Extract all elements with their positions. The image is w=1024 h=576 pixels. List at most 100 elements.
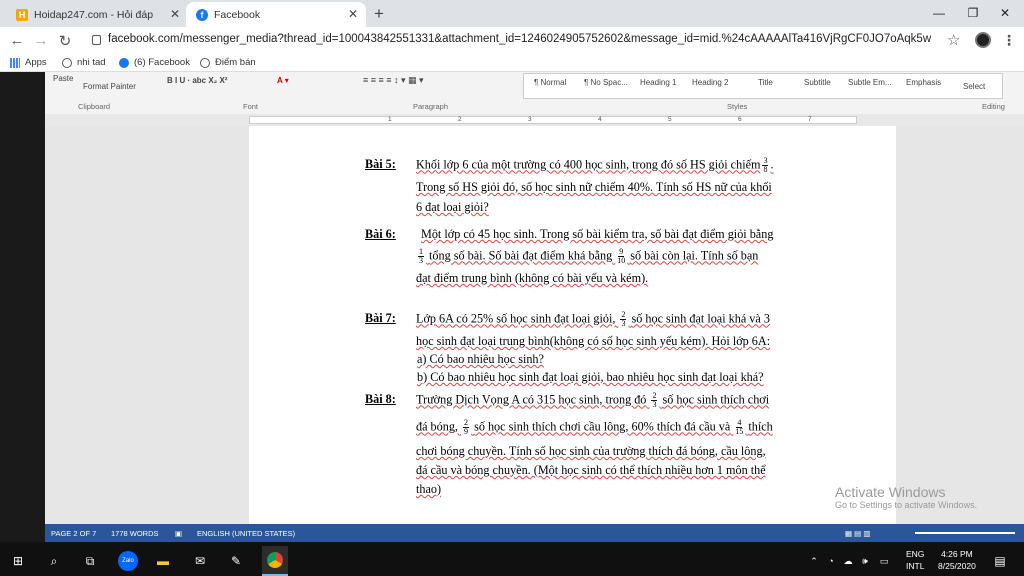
chrome-taskbar-icon[interactable] [262, 546, 288, 576]
windows-taskbar: ⊞ ⌕ ⧉ Zalo ▬ ✉ ✎ ⌃ ◔ ☁ 🕪 ▭ ENG INTL 4:26 … [0, 546, 1024, 576]
word-count[interactable]: 1778 WORDS [111, 529, 159, 538]
doc-line: đá bóng, 29 số học sinh thích chơi cầu l… [416, 418, 773, 436]
alignment-icons[interactable]: ≡ ≡ ≡ ≡ ↕ ▾ ▦ ▾ [363, 75, 424, 86]
paint-icon[interactable]: ✎ [228, 553, 244, 569]
style-normal[interactable]: ¶ Normal [534, 78, 566, 87]
doc-line: đạt điểm trung bình (không có bài yếu và… [416, 271, 649, 285]
format-painter-button[interactable]: Format Painter [83, 82, 136, 91]
style-heading1[interactable]: Heading 1 [640, 78, 676, 87]
bookmark-nhi-tad[interactable]: nhi tad [62, 57, 106, 68]
tray-expand-icon[interactable]: ⌃ [806, 553, 822, 569]
sound-icon[interactable]: 🕪 [857, 553, 873, 569]
apps-grid-icon [10, 57, 20, 68]
proofing-icon[interactable]: ▣ [175, 529, 182, 538]
style-emphasis[interactable]: Emphasis [906, 78, 941, 87]
fraction: 13 [418, 247, 424, 265]
doc-line: 13 tổng số bài. Số bài đạt điểm khá bằng… [418, 247, 759, 265]
network-icon[interactable]: ◔ [823, 553, 839, 569]
bookmark-apps[interactable]: Apps [10, 57, 47, 68]
file-explorer-icon[interactable]: ▬ [155, 553, 171, 569]
restore-icon[interactable]: ❐ [958, 2, 988, 24]
select-button[interactable]: Select [963, 82, 985, 91]
browser-tab-strip: H Hoidap247.com - Hỏi đáp bài tập ✕ f Fa… [0, 0, 1024, 27]
fraction: 38 [762, 156, 769, 174]
problem-label: Bài 6: [365, 227, 396, 241]
browser-menu-icon[interactable]: ⋮ [1002, 32, 1016, 49]
ruler-bar: 1 2 3 4 5 6 7 [249, 116, 857, 124]
doc-line: Trong số HS giỏi đó, số học sinh nữ chiế… [416, 180, 772, 194]
fraction: 23 [651, 391, 658, 409]
style-title[interactable]: Title [758, 78, 773, 87]
close-tab-icon[interactable]: ✕ [170, 7, 180, 21]
left-dark-margin [0, 72, 45, 524]
view-mode-icons[interactable]: ▦ ▤ ▥ [845, 529, 870, 538]
hoidap-favicon-icon: H [16, 8, 28, 21]
zoom-slider[interactable] [915, 532, 1015, 534]
styles-gallery: ¶ Normal ¶ No Spac... Heading 1 Heading … [523, 73, 1003, 99]
group-styles: Styles [727, 102, 748, 111]
doc-line: chơi bóng chuyền. Tính số học sinh của t… [416, 444, 766, 458]
tab-hoidap247[interactable]: H Hoidap247.com - Hỏi đáp bài tập ✕ [6, 2, 188, 27]
close-tab-icon[interactable]: ✕ [348, 7, 358, 21]
doc-line: 6 đạt loại giỏi? [416, 200, 489, 214]
problem-label: Bài 7: [365, 311, 396, 325]
task-view-icon[interactable]: ⧉ [82, 553, 98, 569]
doc-line: đá cầu và bóng chuyền. (Một học sinh có … [416, 463, 766, 477]
globe-icon [200, 57, 210, 68]
mail-icon[interactable]: ✉ [192, 553, 208, 569]
horizontal-ruler[interactable]: 1 2 3 4 5 6 7 [45, 114, 1024, 126]
search-icon[interactable]: ⌕ [46, 553, 62, 569]
battery-icon[interactable]: ▭ [876, 553, 892, 569]
lock-icon [92, 35, 101, 45]
word-ribbon: Paste Format Painter B I U · abc X₂ X² A… [45, 72, 1024, 114]
bookmark-facebook[interactable]: (6) Facebook [119, 57, 190, 68]
close-window-icon[interactable]: ✕ [990, 2, 1020, 24]
tab-facebook[interactable]: f Facebook ✕ [186, 2, 366, 27]
bookmark-star-icon[interactable]: ☆ [947, 31, 960, 49]
screen: H Hoidap247.com - Hỏi đáp bài tập ✕ f Fa… [0, 0, 1024, 576]
zalo-icon[interactable]: Zalo [118, 551, 138, 571]
group-font: Font [243, 102, 259, 111]
profile-avatar[interactable] [975, 32, 991, 48]
facebook-icon [119, 57, 129, 68]
group-paragraph: Paragraph [413, 102, 449, 111]
minimize-icon[interactable]: — [924, 2, 954, 24]
group-clipboard: Clipboard [78, 102, 111, 111]
fraction: 29 [463, 418, 470, 436]
problem-label: Bài 8: [365, 392, 396, 406]
reload-icon[interactable]: ↻ [56, 32, 74, 50]
clock[interactable]: 4:26 PM 8/25/2020 [938, 548, 976, 572]
doc-line: thao) [416, 482, 442, 496]
problem-label: Bài 5: [365, 157, 396, 171]
style-no-spacing[interactable]: ¶ No Spac... [584, 78, 628, 87]
page-count[interactable]: PAGE 2 OF 7 [51, 529, 96, 538]
doc-line: Khối lớp 6 của một trường có 400 học sin… [416, 156, 774, 174]
language-status[interactable]: ENGLISH (UNITED STATES) [197, 529, 295, 538]
bookmark-diem-ban[interactable]: Điểm bán [200, 57, 256, 68]
doc-line: học sinh đạt loại trung bình(không có số… [416, 334, 771, 348]
doc-line: Trường Dịch Vọng A có 315 học sinh, tron… [416, 391, 770, 409]
globe-icon [62, 57, 72, 68]
style-subtitle[interactable]: Subtitle [804, 78, 831, 87]
language-indicator[interactable]: ENG INTL [906, 548, 924, 572]
new-tab-button[interactable]: + [374, 4, 384, 24]
doc-line: b) Có bao nhiêu học sinh đạt loại giỏi, … [417, 370, 764, 384]
notification-icon[interactable]: ▤ [992, 553, 1008, 569]
paste-button[interactable]: Paste [53, 74, 73, 83]
doc-line: a) Có bao nhiêu học sinh? [417, 352, 544, 366]
fraction: 9 10 [617, 247, 626, 265]
address-bar[interactable]: facebook.com/messenger_media?thread_id=1… [108, 33, 938, 45]
bookmarks-bar: Apps nhi tad (6) Facebook Điểm bán [0, 54, 1024, 72]
doc-line: Lớp 6A có 25% số học sinh đạt loại giỏi,… [416, 310, 770, 328]
forward-icon[interactable]: → [32, 32, 50, 49]
windows-start-icon[interactable]: ⊞ [10, 553, 26, 569]
back-icon[interactable]: ← [8, 32, 26, 49]
onedrive-icon[interactable]: ☁ [840, 553, 856, 569]
font-format-buttons[interactable]: B I U · abc X₂ X² [167, 76, 227, 85]
document-page[interactable]: Bài 5: Khối lớp 6 của một trường có 400 … [249, 126, 896, 524]
style-heading2[interactable]: Heading 2 [692, 78, 728, 87]
fraction: 4 15 [735, 418, 744, 436]
group-editing: Editing [982, 102, 1005, 111]
style-subtle-emphasis[interactable]: Subtle Em... [848, 78, 892, 87]
font-color-icon[interactable]: A ▾ [277, 76, 289, 85]
